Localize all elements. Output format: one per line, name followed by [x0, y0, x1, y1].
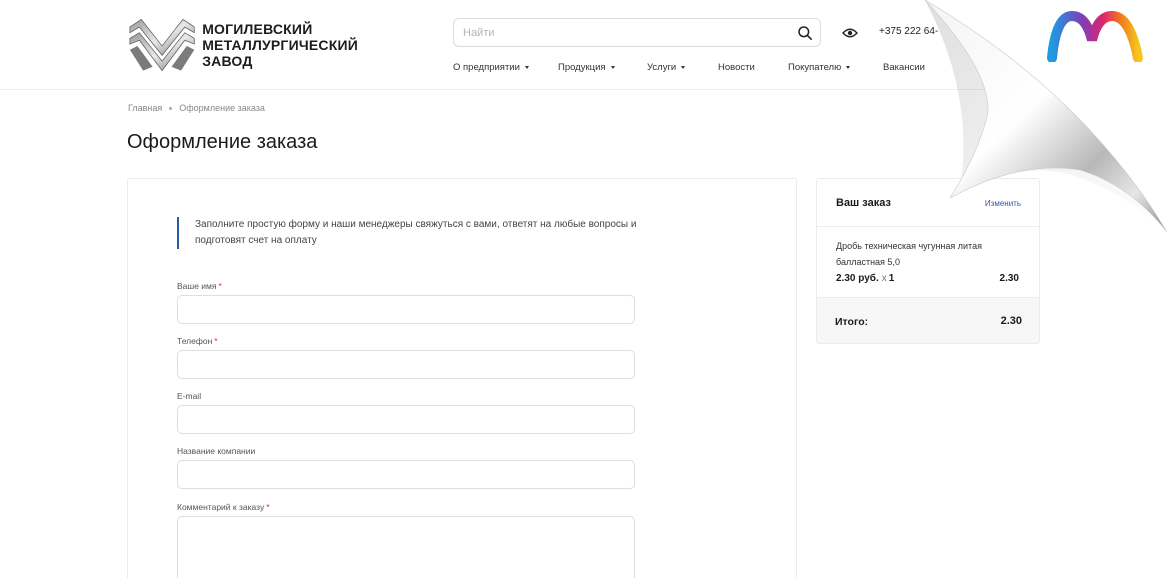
order-form: Заполните простую форму и наши менеджеры… — [127, 178, 797, 578]
nav-item-customers[interactable]: Покупателю — [788, 60, 883, 74]
main-nav: О предприятии Продукция Услуги Новости П… — [453, 60, 943, 74]
nav-label: Покупателю — [788, 61, 842, 73]
logo-line-1: МОГИЛЕВСКИЙ — [202, 21, 313, 37]
order-title: Ваш заказ — [836, 197, 891, 209]
nav-item-about[interactable]: О предприятии — [453, 60, 558, 74]
search-box — [453, 18, 821, 47]
name-label-text: Ваше имя — [177, 281, 217, 291]
phone-label: Телефон * — [177, 336, 218, 346]
company-label-text: Название компании — [177, 446, 256, 456]
order-header: Ваш заказ Изменить — [817, 179, 1039, 227]
order-item-sum: 2.30 — [999, 273, 1019, 284]
edit-order-link[interactable]: Изменить — [985, 199, 1021, 208]
company-field-wrap — [177, 460, 635, 489]
logo-line-2: МЕТАЛЛУРГИЧЕСКИЙ — [202, 37, 358, 53]
company-logo[interactable]: МОГИЛЕВСКИЙ МЕТАЛЛУРГИЧЕСКИЙ ЗАВОД — [128, 16, 358, 74]
site-header: МОГИЛЕВСКИЙ МЕТАЛЛУРГИЧЕСКИЙ ЗАВОД +375 … — [0, 0, 1167, 90]
order-total: Итого: 2.30 — [817, 297, 1039, 343]
comment-field[interactable] — [178, 517, 634, 578]
company-label: Название компании — [177, 446, 255, 456]
caret-down-icon — [524, 65, 529, 69]
email-field[interactable] — [178, 406, 634, 433]
phone-field[interactable] — [178, 351, 634, 378]
nav-label: О предприятии — [453, 61, 520, 73]
caret-down-icon — [681, 65, 686, 69]
nav-label: Услуги — [647, 61, 677, 73]
search-icon[interactable] — [797, 25, 813, 41]
page-title: Оформление заказа — [127, 131, 318, 153]
phone-label-text: Телефон — [177, 336, 213, 346]
total-label: Итого: — [835, 316, 869, 328]
logo-text: МОГИЛЕВСКИЙ МЕТАЛЛУРГИЧЕСКИЙ ЗАВОД — [202, 21, 358, 69]
email-field-wrap — [177, 405, 635, 434]
logo-line-3: ЗАВОД — [202, 53, 253, 69]
required-mark: * — [266, 502, 270, 512]
breadcrumb-separator — [169, 106, 173, 110]
nav-item-products[interactable]: Продукция — [558, 60, 647, 74]
required-mark: * — [218, 281, 222, 291]
company-field[interactable] — [178, 461, 634, 488]
comment-label: Комментарий к заказу * — [177, 502, 270, 512]
order-summary: Ваш заказ Изменить Дробь техническая чуг… — [816, 178, 1040, 344]
comment-label-text: Комментарий к заказу — [177, 502, 265, 512]
caret-down-icon — [846, 65, 851, 69]
email-label: E-mail — [177, 391, 201, 401]
times-sign: x — [881, 273, 887, 284]
phone-link[interactable]: +375 222 64- — [879, 26, 938, 37]
name-field-wrap — [177, 295, 635, 324]
required-mark: * — [214, 336, 218, 346]
phone-field-wrap — [177, 350, 635, 379]
item-unit-price: 2.30 руб. — [836, 273, 879, 284]
item-qty: 1 — [888, 273, 895, 284]
breadcrumb-home[interactable]: Главная — [128, 103, 162, 113]
nav-label: Продукция — [558, 61, 606, 73]
nav-label: Вакансии — [883, 61, 925, 73]
email-label-text: E-mail — [177, 391, 202, 401]
nav-label: Новости — [718, 61, 755, 73]
breadcrumb-current: Оформление заказа — [179, 103, 265, 113]
brand-m-logo — [1047, 10, 1143, 62]
search-input[interactable] — [454, 19, 774, 46]
total-value: 2.30 — [1000, 315, 1022, 327]
breadcrumb: Главная Оформление заказа — [128, 103, 265, 113]
nav-item-services[interactable]: Услуги — [647, 60, 718, 74]
eye-icon[interactable] — [842, 27, 858, 39]
caret-down-icon — [610, 65, 615, 69]
nav-item-news[interactable]: Новости — [718, 60, 788, 74]
name-label: Ваше имя * — [177, 281, 222, 291]
comment-field-wrap — [177, 516, 635, 578]
name-field[interactable] — [178, 296, 634, 323]
order-item-price: 2.30 руб. x 1 — [836, 273, 894, 284]
nav-item-vacancies[interactable]: Вакансии — [883, 60, 943, 74]
logo-mark-icon — [129, 18, 195, 72]
form-intro: Заполните простую форму и наши менеджеры… — [177, 217, 647, 249]
order-item-name: Дробь техническая чугунная литая балласт… — [836, 241, 982, 267]
